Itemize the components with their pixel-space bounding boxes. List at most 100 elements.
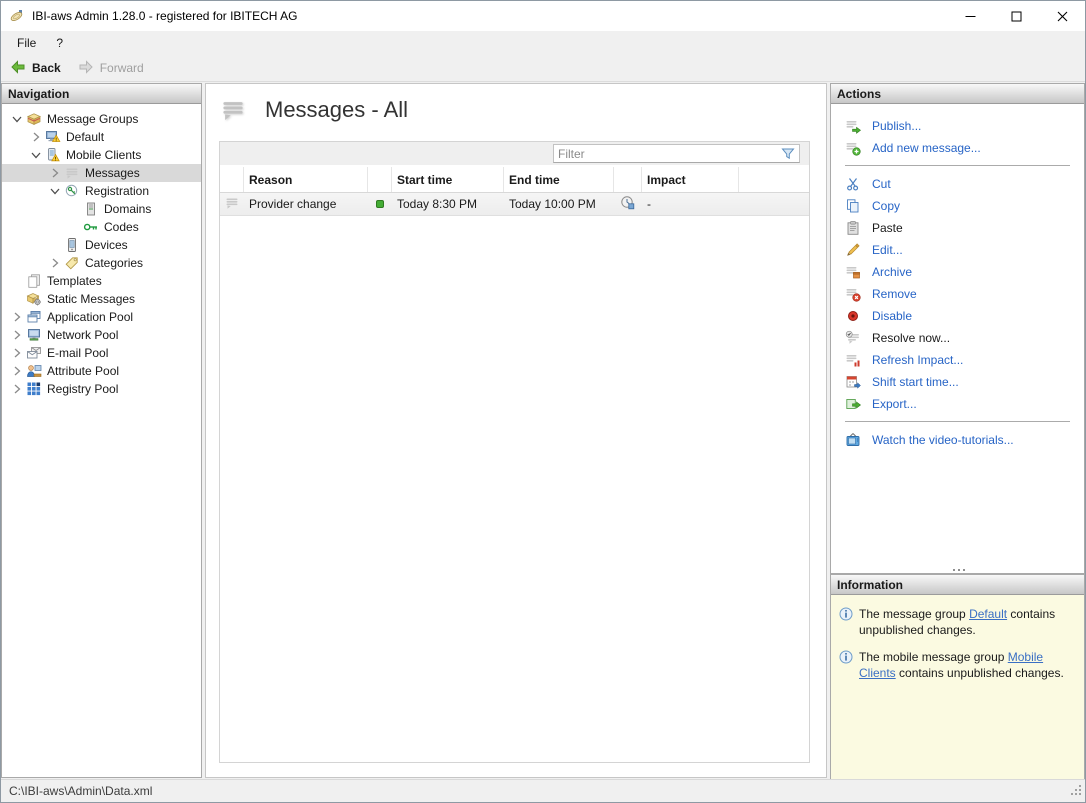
- tree-item-devices[interactable]: Devices: [2, 236, 201, 254]
- chevron-right-icon[interactable]: [46, 255, 64, 271]
- filter-input[interactable]: [554, 146, 780, 161]
- tree-item-email-pool[interactable]: E-mail Pool: [2, 344, 201, 362]
- export-icon: [845, 396, 861, 412]
- forward-button[interactable]: Forward: [77, 58, 144, 79]
- column-header-reason[interactable]: Reason: [244, 167, 368, 192]
- action-copy[interactable]: Copy: [845, 195, 1076, 217]
- tree-item-messages[interactable]: Messages: [2, 164, 201, 182]
- chevron-down-icon[interactable]: [27, 147, 45, 163]
- tree-item-registration[interactable]: Registration: [2, 182, 201, 200]
- column-header-impact[interactable]: Impact: [642, 167, 739, 192]
- action-edit[interactable]: Edit...: [845, 239, 1076, 261]
- menu-file[interactable]: File: [1, 36, 46, 50]
- registration-icon: [64, 183, 80, 199]
- titlebar: IBI-aws Admin 1.28.0 - registered for IB…: [1, 1, 1085, 31]
- actions-panel: Actions Publish... Add new message... Cu…: [830, 83, 1085, 574]
- table-header: Reason Start time End time Impact: [220, 167, 809, 193]
- info-icon: [839, 650, 853, 681]
- resize-grip-icon[interactable]: [1069, 783, 1082, 799]
- action-disable[interactable]: Disable: [845, 305, 1076, 327]
- action-watch-video-tutorials[interactable]: Watch the video-tutorials...: [845, 429, 1076, 451]
- tree-item-network-pool[interactable]: Network Pool: [2, 326, 201, 344]
- remove-icon: [845, 286, 861, 302]
- resolve-icon: [845, 330, 861, 346]
- action-resolve-now[interactable]: Resolve now...: [845, 327, 1076, 349]
- table-row[interactable]: Provider change Today 8:30 PM Today 10:0…: [220, 193, 809, 216]
- navigation-tree: Message Groups Default Mobile Clients Me…: [2, 104, 201, 398]
- chevron-down-icon[interactable]: [8, 111, 26, 127]
- shift-start-time-icon: [845, 374, 861, 390]
- tree-item-static-messages[interactable]: Static Messages: [2, 290, 201, 308]
- close-icon[interactable]: [1039, 1, 1085, 31]
- devices-icon: [64, 237, 80, 253]
- action-paste[interactable]: Paste: [845, 217, 1076, 239]
- chevron-right-icon[interactable]: [46, 165, 64, 181]
- column-header-selector[interactable]: [220, 167, 244, 192]
- messages-icon: [64, 165, 80, 181]
- tree-item-mobile-clients[interactable]: Mobile Clients: [2, 146, 201, 164]
- tree-item-message-groups[interactable]: Message Groups: [2, 110, 201, 128]
- email-pool-icon: [26, 345, 42, 361]
- tree-item-domains[interactable]: Domains: [2, 200, 201, 218]
- window-title: IBI-aws Admin 1.28.0 - registered for IB…: [32, 9, 298, 23]
- action-publish[interactable]: Publish...: [845, 115, 1076, 137]
- info-link-default[interactable]: Default: [969, 607, 1007, 621]
- tree-item-default[interactable]: Default: [2, 128, 201, 146]
- filter-funnel-icon[interactable]: [780, 147, 796, 161]
- statusbar-path: C:\IBI-aws\Admin\Data.xml: [9, 784, 153, 798]
- action-remove[interactable]: Remove: [845, 283, 1076, 305]
- chevron-right-icon[interactable]: [27, 129, 45, 145]
- action-cut[interactable]: Cut: [845, 173, 1076, 195]
- tree-item-attribute-pool[interactable]: Attribute Pool: [2, 362, 201, 380]
- static-messages-icon: [26, 291, 42, 307]
- templates-icon: [26, 273, 42, 289]
- splitter-grip-icon[interactable]: [957, 569, 960, 571]
- column-header-start-time[interactable]: Start time: [392, 167, 504, 192]
- tree-item-templates[interactable]: Templates: [2, 272, 201, 290]
- green-dot-icon: [376, 200, 384, 208]
- page-title-text: Messages - All: [265, 97, 409, 122]
- chevron-right-icon[interactable]: [8, 363, 26, 379]
- cell-end-time: Today 10:00 PM: [509, 197, 596, 211]
- tree-item-codes[interactable]: Codes: [2, 218, 201, 236]
- action-add-new-message[interactable]: Add new message...: [845, 137, 1076, 159]
- disable-icon: [845, 308, 861, 324]
- message-groups-icon: [26, 111, 42, 127]
- action-refresh-impact[interactable]: Refresh Impact...: [845, 349, 1076, 371]
- column-header-impact-icon[interactable]: [614, 167, 642, 192]
- mobile-warning-icon: [45, 147, 61, 163]
- edit-icon: [845, 242, 861, 258]
- maximize-icon[interactable]: [993, 1, 1039, 31]
- action-shift-start-time[interactable]: Shift start time...: [845, 371, 1076, 393]
- minimize-icon[interactable]: [947, 1, 993, 31]
- tree-item-registry-pool[interactable]: Registry Pool: [2, 380, 201, 398]
- domains-icon: [83, 201, 99, 217]
- chevron-right-icon[interactable]: [8, 381, 26, 397]
- cell-impact: -: [647, 197, 651, 211]
- forward-arrow-icon: [77, 58, 95, 79]
- archive-icon: [845, 264, 861, 280]
- paste-icon: [845, 220, 861, 236]
- action-export[interactable]: Export...: [845, 393, 1076, 415]
- monitor-warning-icon: [45, 129, 61, 145]
- network-pool-icon: [26, 327, 42, 343]
- publish-icon: [845, 118, 861, 134]
- chevron-right-icon[interactable]: [8, 309, 26, 325]
- registry-pool-icon: [26, 381, 42, 397]
- menubar: File ?: [1, 31, 1085, 55]
- information-header: Information: [831, 575, 1084, 595]
- chevron-right-icon[interactable]: [8, 345, 26, 361]
- tree-item-application-pool[interactable]: Application Pool: [2, 308, 201, 326]
- menu-help[interactable]: ?: [46, 36, 73, 50]
- codes-icon: [83, 219, 99, 235]
- chevron-down-icon[interactable]: [46, 183, 64, 199]
- back-button[interactable]: Back: [9, 58, 61, 79]
- page-title: Messages - All: [219, 96, 408, 124]
- column-header-end-time[interactable]: End time: [504, 167, 614, 192]
- column-header-status[interactable]: [368, 167, 392, 192]
- action-archive[interactable]: Archive: [845, 261, 1076, 283]
- chevron-right-icon[interactable]: [8, 327, 26, 343]
- tree-item-categories[interactable]: Categories: [2, 254, 201, 272]
